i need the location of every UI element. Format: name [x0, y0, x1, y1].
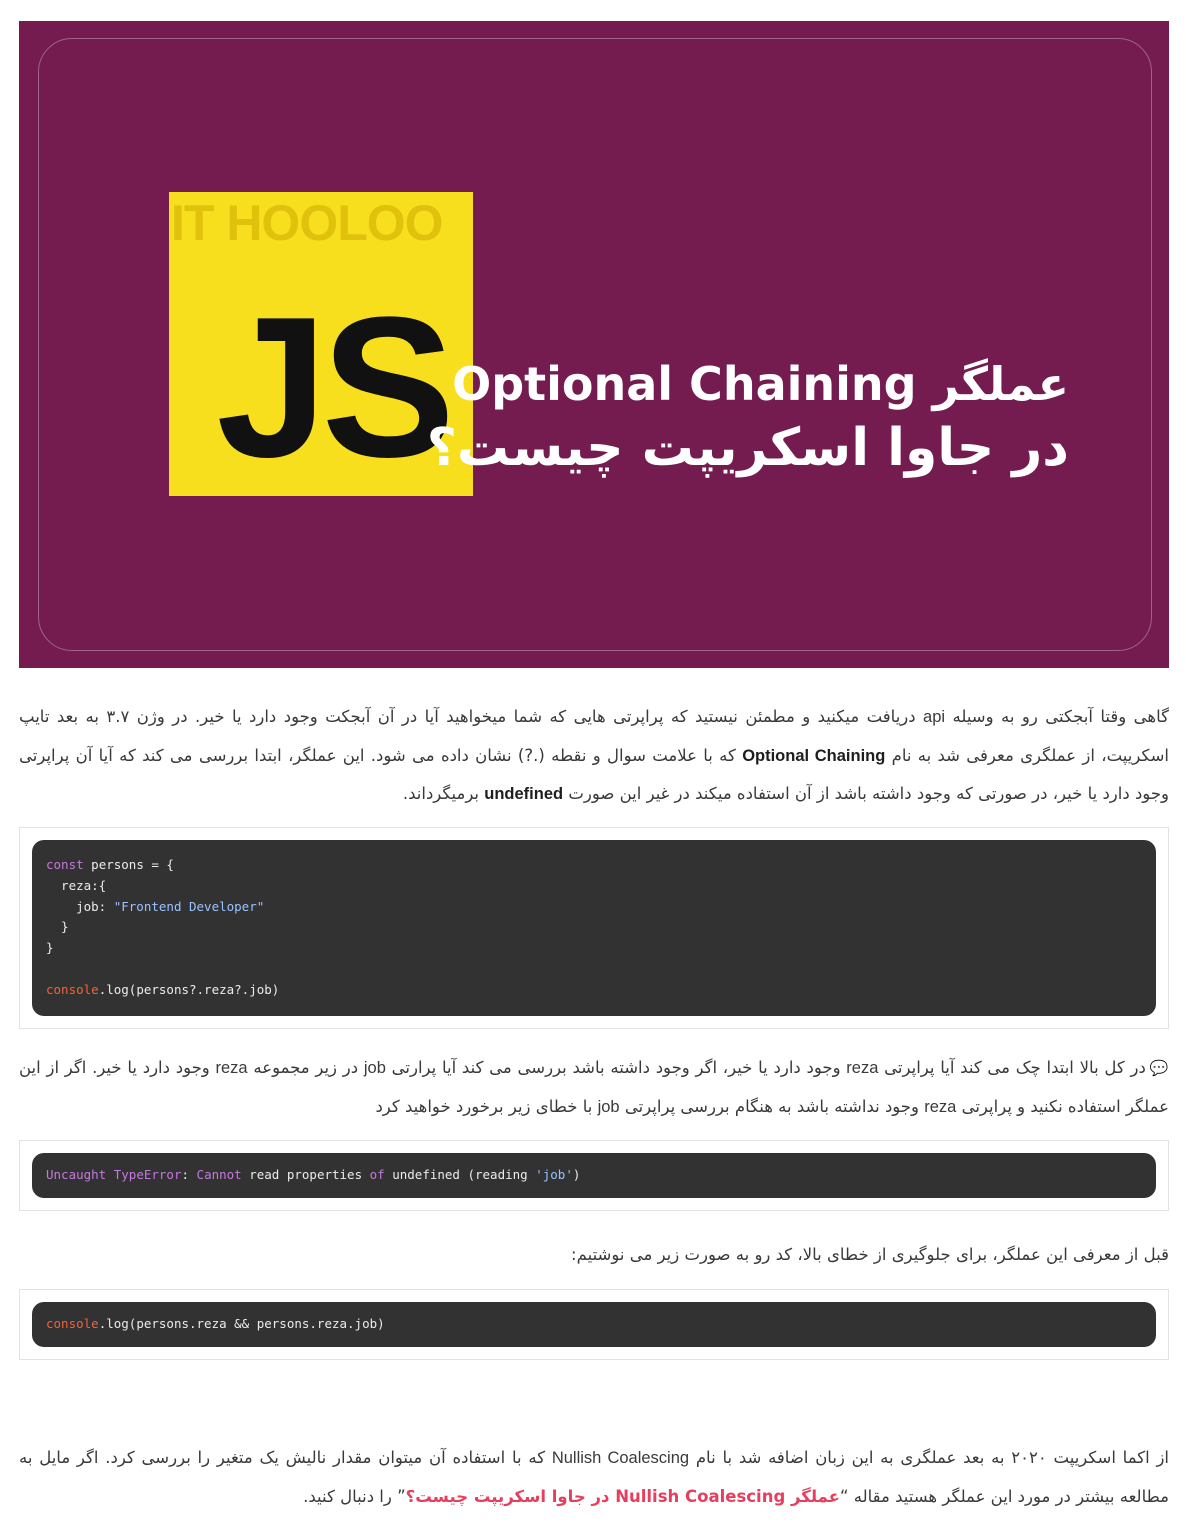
code-text: reza:{: [46, 877, 107, 893]
intro-text-1: گاهی وقتا آبجکتی رو به وسیله: [945, 707, 1170, 726]
explain-text-3: در زیر مجموعه: [247, 1058, 364, 1077]
speech-bubble-icon: 💬: [1149, 1059, 1170, 1077]
code-keyword: Cannot: [196, 1167, 242, 1182]
intro-text-4: برمیگرداند.: [402, 784, 485, 803]
explain-paragraph: 💬در کل بالا ابتدا چک می کند آیا پراپرتی …: [19, 1049, 1169, 1126]
code-text: ): [572, 1167, 581, 1182]
explain-text-1: در کل بالا ابتدا چک می کند آیا پراپرتی: [878, 1058, 1146, 1077]
explain-job-term: job: [363, 1059, 386, 1077]
nullish-article-link[interactable]: عملگر Nullish Coalescing در جاوا اسکریپت…: [406, 1487, 840, 1506]
outro-text-3: ” را دنبال کنید.: [303, 1486, 406, 1506]
code-keyword: Uncaught: [46, 1167, 107, 1182]
explain-reza-term: reza: [924, 1097, 957, 1116]
explain-job-term: job: [597, 1097, 620, 1116]
code-text: job:: [46, 898, 114, 914]
explain-text-6: با خطای زیر برخورد خواهید کرد: [375, 1096, 598, 1116]
code-text: .log(persons?.reza?.job): [98, 981, 280, 997]
code-block-persons: const persons = { reza:{ job: "Frontend …: [19, 827, 1169, 1029]
explain-text-2: وجود دارد یا خیر، اگر وجود داشته باشد بر…: [385, 1058, 847, 1077]
code-text: read properties: [241, 1167, 370, 1182]
code-content: const persons = { reza:{ job: "Frontend …: [46, 855, 1142, 1001]
outro-nullish-term: Nullish Coalescing: [551, 1449, 690, 1467]
intro-optional-chaining-term: Optional Chaining: [742, 746, 886, 765]
code-object: console: [46, 981, 99, 997]
code-text: }: [46, 940, 54, 956]
code-keyword: const: [46, 857, 84, 872]
hero-title-line2: در جاوا اسکریپت چیست؟: [426, 418, 1069, 479]
intro-paragraph: گاهی وقتا آبجکتی رو به وسیله api دریافت …: [19, 698, 1169, 814]
code-string: 'job': [535, 1167, 573, 1182]
code-content: console.log(persons.reza && persons.reza…: [46, 1314, 1142, 1335]
code-block-inner[interactable]: Uncaught TypeError: Cannot read properti…: [32, 1153, 1156, 1198]
article-page: IT HOOLOO JS عملگر Optional Chaining در …: [0, 0, 1186, 1525]
code-text: persons = {: [83, 857, 174, 872]
explain-reza-term: reza: [215, 1059, 248, 1077]
intro-api-term: api: [923, 708, 946, 726]
outro-text-1: از اکما اسکریپت ۲۰۲۰ به بعد عملگری به ای…: [689, 1448, 1169, 1467]
code-text: .log(persons.reza && persons.reza.job): [98, 1316, 385, 1331]
code-string: "Frontend Developer": [113, 898, 265, 914]
code-text: undefined (reading: [384, 1167, 536, 1182]
watermark: IT HOOLOO: [171, 195, 444, 251]
code-block-legacy: console.log(persons.reza && persons.reza…: [19, 1289, 1169, 1360]
code-keyword: of: [369, 1167, 385, 1182]
code-keyword: TypeError: [113, 1167, 182, 1182]
code-text: }: [46, 919, 69, 935]
hero-title-line1: عملگر Optional Chaining: [452, 357, 1069, 411]
code-content: Uncaught TypeError: Cannot read properti…: [46, 1165, 1142, 1186]
code-block-error: Uncaught TypeError: Cannot read properti…: [19, 1140, 1169, 1211]
js-logo-text: JS: [216, 276, 455, 496]
explain-reza-term: reza: [846, 1059, 879, 1077]
code-object: console: [46, 1316, 99, 1331]
code-block-inner[interactable]: const persons = { reza:{ job: "Frontend …: [32, 840, 1156, 1016]
code-block-inner[interactable]: console.log(persons.reza && persons.reza…: [32, 1302, 1156, 1347]
explain-text-5: وجود نداشته باشد به هنگام بررسی پراپرتی: [619, 1096, 925, 1116]
intro-undefined-term: undefined: [484, 785, 564, 803]
code-text: :: [181, 1167, 190, 1182]
outro-paragraph: از اکما اسکریپت ۲۰۲۰ به بعد عملگری به ای…: [19, 1439, 1169, 1515]
before-paragraph: قبل از معرفی این عملگر، برای جلوگیری از …: [571, 1245, 1169, 1264]
hero-banner-image: IT HOOLOO JS عملگر Optional Chaining در …: [19, 21, 1169, 668]
hero-title: عملگر Optional Chaining در جاوا اسکریپت …: [426, 353, 1069, 483]
